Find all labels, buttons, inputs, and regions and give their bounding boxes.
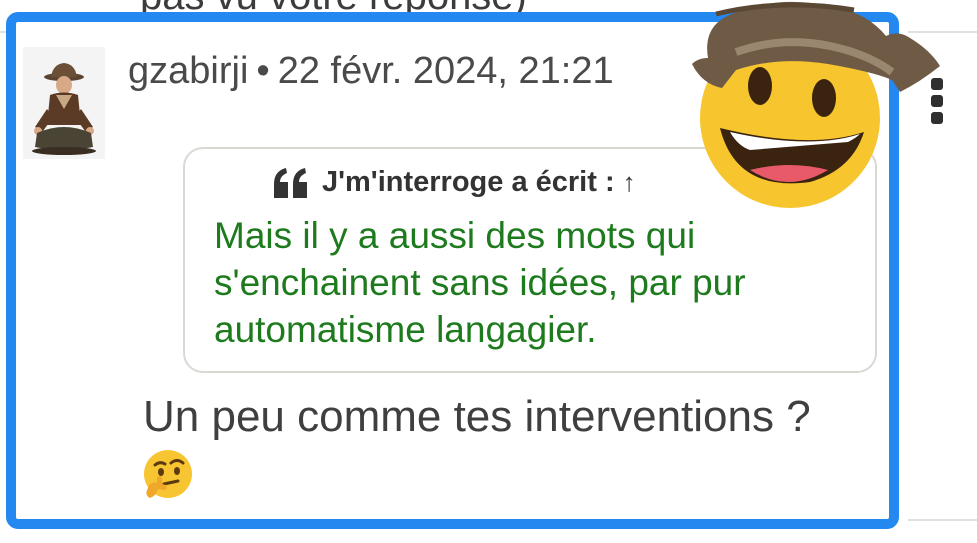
cowboy-hat-face-emoji-icon: [678, 0, 948, 210]
author-avatar[interactable]: [23, 47, 105, 159]
quote-header: J'm'interroge a écrit : ↑: [272, 166, 636, 199]
author-name[interactable]: gzabirji: [128, 50, 248, 92]
post-meta: gzabirji • 22 févr. 2024, 21:21: [128, 50, 614, 93]
quote-text: Mais il y a aussi des mots qui s'enchain…: [214, 215, 746, 350]
quote-author-label: J'm'interroge a écrit :: [322, 166, 615, 198]
thinking-face-emoji-icon: [140, 448, 196, 504]
meditating-adventurer-avatar-icon: [32, 63, 96, 155]
meta-separator: •: [256, 50, 270, 92]
post-body-text: Un peu comme tes interventions ?: [143, 392, 811, 441]
jump-to-quoted-post-link[interactable]: ↑: [623, 167, 636, 198]
quote-icon: [274, 167, 307, 198]
divider-bottom-right: [908, 519, 977, 521]
post-date[interactable]: 22 févr. 2024, 21:21: [278, 50, 614, 92]
